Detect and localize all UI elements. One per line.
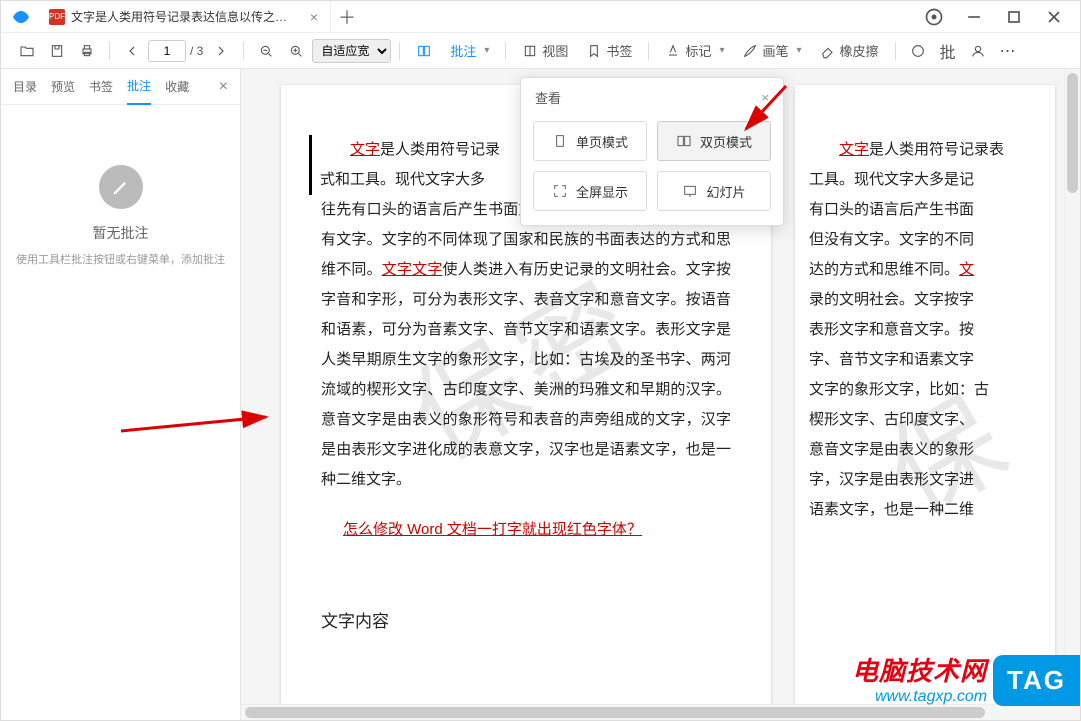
zoom-out-icon[interactable]: [252, 37, 280, 65]
document-page-2: 保 文字是人类用符号记录表 工具。现代文字大多是记 有口头的语言后产生书面 但没…: [795, 85, 1055, 704]
fullscreen-button[interactable]: 全屏显示: [533, 171, 647, 211]
sidebar-tab-favorites[interactable]: 收藏: [165, 69, 189, 105]
doc-link[interactable]: 怎么修改 Word 文档一打字就出现红色字体？: [321, 515, 642, 545]
popup-close-icon[interactable]: ×: [761, 90, 769, 105]
empty-subtitle: 使用工具栏批注按钮或右键菜单，添加批注: [16, 251, 225, 267]
titlebar: PDF 文字是人类用符号记录表达信息以传之久远... × ＋: [1, 1, 1080, 33]
open-icon[interactable]: [13, 37, 41, 65]
redtext: 文字: [350, 141, 380, 158]
body-text: 表形文字和意音文字。按: [809, 321, 974, 338]
annotation-button[interactable]: 批注▾: [442, 37, 497, 65]
new-tab-button[interactable]: ＋: [331, 1, 363, 33]
body-text: 字，汉字是由表形文字进: [809, 471, 974, 488]
sidebar-tab-annotations[interactable]: 批注: [127, 69, 151, 105]
page-layout-button[interactable]: [408, 37, 440, 65]
body-text: 达的方式和思维不同。: [809, 261, 959, 278]
sidebar-close-icon[interactable]: ×: [219, 78, 228, 96]
redtext: 文字: [839, 141, 869, 158]
close-icon[interactable]: [1044, 7, 1064, 27]
page-total: / 3: [188, 44, 205, 58]
redtext: 文: [959, 261, 974, 278]
redtext: 文字文字: [382, 261, 443, 278]
zoom-in-icon[interactable]: [282, 37, 310, 65]
body-text: 是人类用符号记录: [380, 141, 500, 158]
window-controls: [924, 7, 1080, 27]
save-icon[interactable]: [43, 37, 71, 65]
toolbar: / 3 自适应宽 批注▾ 视图 书签 标记▾ 画笔▾ 橡皮擦 批 ⋯: [1, 33, 1080, 69]
brush-button[interactable]: 画笔▾: [734, 37, 809, 65]
tab-close-icon[interactable]: ×: [306, 9, 322, 25]
body-text: 但没有文字。文字的不同: [809, 231, 974, 248]
sidebar-tab-bookmarks[interactable]: 书签: [89, 69, 113, 105]
app-logo-icon: [9, 5, 33, 29]
body-text: 字、音节文字和语素文字: [809, 351, 974, 368]
sidebar: 目录 预览 书签 批注 收藏 × 暂无批注 使用工具栏批注按钮或右键菜单，添加批…: [1, 69, 241, 720]
body-text: 意音文字是由表义的象形: [809, 441, 974, 458]
stamp-icon[interactable]: [904, 37, 932, 65]
page-number-input[interactable]: [148, 40, 186, 62]
minimize-icon[interactable]: [964, 7, 984, 27]
bookmark-button[interactable]: 书签: [578, 37, 640, 65]
horizontal-scrollbar[interactable]: [241, 704, 1064, 720]
sidebar-tab-preview[interactable]: 预览: [51, 69, 75, 105]
print-icon[interactable]: [73, 37, 101, 65]
body-text: 式和工具。现代文字大多: [320, 171, 485, 188]
batch-button[interactable]: 批: [934, 37, 962, 65]
double-page-mode-button[interactable]: 双页模式: [657, 121, 771, 161]
body-text: 文字的象形文字，比如：古: [809, 381, 989, 398]
body-text: 工具。现代文字大多是记: [809, 171, 974, 188]
pdf-icon: PDF: [49, 9, 65, 25]
vertical-scrollbar[interactable]: [1064, 69, 1080, 704]
user-icon[interactable]: [964, 37, 992, 65]
sidebar-tab-outline[interactable]: 目录: [13, 69, 37, 105]
scroll-thumb[interactable]: [1067, 73, 1078, 193]
watermark-badge: 电脑技术网 www.tagxp.com TAG: [852, 651, 1080, 706]
body-text: 语素文字，也是一种二维: [809, 501, 974, 518]
prev-page-icon[interactable]: [118, 37, 146, 65]
body-text: 是人类用符号记录表: [869, 141, 1004, 158]
section-heading: 文字内容: [321, 605, 731, 639]
sidebar-tabs: 目录 预览 书签 批注 收藏 ×: [1, 69, 240, 105]
document-tab[interactable]: PDF 文字是人类用符号记录表达信息以传之久远... ×: [41, 1, 331, 33]
zoom-select[interactable]: 自适应宽: [312, 39, 391, 63]
next-page-icon[interactable]: [207, 37, 235, 65]
tag-badge: TAG: [993, 655, 1080, 706]
scroll-thumb[interactable]: [245, 707, 985, 718]
body-text: 录的文明社会。文字按字: [809, 291, 974, 308]
mark-button[interactable]: 标记▾: [657, 37, 732, 65]
body-text: 使人类进入有历史记录的文明社会。文字按字音和字形，可分为表形文字、表音文字和意音…: [321, 261, 731, 488]
eraser-button[interactable]: 橡皮擦: [812, 37, 887, 65]
tab-title: 文字是人类用符号记录表达信息以传之久远...: [71, 8, 298, 25]
maximize-icon[interactable]: [1004, 7, 1024, 27]
view-button[interactable]: 视图: [514, 37, 576, 65]
popup-title: 查看: [535, 88, 561, 107]
slideshow-button[interactable]: 幻灯片: [657, 171, 771, 211]
pencil-icon: [99, 165, 143, 209]
body-text: 楔形文字、古印度文字、: [809, 411, 974, 428]
empty-title: 暂无批注: [93, 223, 149, 243]
more-icon[interactable]: ⋯: [994, 37, 1022, 65]
badge-url: www.tagxp.com: [852, 688, 987, 706]
body-text: 有口头的语言后产生书面: [809, 201, 974, 218]
badge-title: 电脑技术网: [852, 651, 987, 688]
settings-icon[interactable]: [924, 7, 944, 27]
sidebar-empty-state: 暂无批注 使用工具栏批注按钮或右键菜单，添加批注: [1, 105, 240, 720]
single-page-mode-button[interactable]: 单页模式: [533, 121, 647, 161]
view-mode-popup: 查看 × 单页模式 双页模式 全屏显示 幻灯片: [520, 77, 784, 226]
